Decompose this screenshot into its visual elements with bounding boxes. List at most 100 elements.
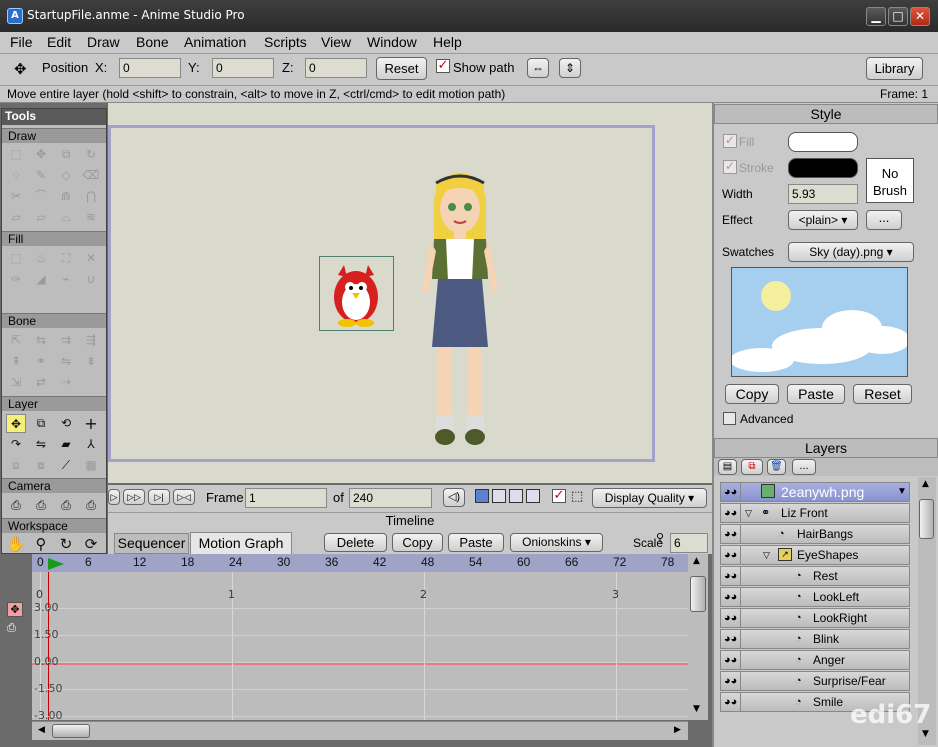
set-origin-icon[interactable]: + <box>81 414 101 433</box>
layer-options-icon[interactable]: ▼ <box>897 483 907 501</box>
eye-icon[interactable]: ◕◕ <box>721 630 741 648</box>
reparent-bone-icon[interactable]: ⇶ <box>81 331 101 350</box>
swatches-dropdown[interactable]: Sky (day).png ▾ <box>788 242 914 262</box>
z-field[interactable]: 0 <box>305 58 367 78</box>
select-points-icon[interactable]: ⬚ <box>6 145 26 164</box>
tab-sequencer[interactable]: Sequencer <box>114 533 189 554</box>
scroll-down-icon[interactable]: ▼ <box>693 704 700 714</box>
bone-physics-icon[interactable]: ⇄ <box>31 373 51 392</box>
menu-bone[interactable]: Bone <box>136 34 169 50</box>
delete-shape-icon[interactable]: ✕ <box>81 249 101 268</box>
flip-vertical-icon[interactable]: ⇕ <box>559 58 581 78</box>
crop-icon[interactable]: ⬚ <box>571 489 583 504</box>
tab-motion-graph[interactable]: Motion Graph <box>190 532 292 554</box>
split-view-icon[interactable] <box>492 489 506 503</box>
layers-scroll-thumb[interactable] <box>919 499 934 539</box>
expand-icon[interactable]: ▽ <box>745 504 752 522</box>
layer-row[interactable]: ◕◕ 2eanywh.png ▼ <box>720 482 910 502</box>
layers-scroll-down-icon[interactable]: ▼ <box>922 729 929 739</box>
roll-camera-icon[interactable]: ⎙ <box>56 496 76 515</box>
step-back-icon[interactable]: ▷ <box>108 489 120 505</box>
frame-field[interactable]: 1 <box>245 488 327 508</box>
eye-icon[interactable]: ◕◕ <box>721 504 741 522</box>
rotate-layer-z-icon[interactable]: ⟲ <box>56 414 76 433</box>
paint-bucket-icon[interactable]: ⛶ <box>56 249 76 268</box>
swatch-copy-button[interactable]: Copy <box>725 384 779 404</box>
rotate-workspace-icon[interactable]: ↻ <box>56 535 76 554</box>
add-bone-icon[interactable]: ⇉ <box>56 331 76 350</box>
menu-file[interactable]: File <box>10 34 33 50</box>
transform-bone-icon[interactable]: ⇢ <box>56 373 76 392</box>
width-field[interactable]: 5.93 <box>788 184 858 204</box>
magnet-icon[interactable]: ⋒ <box>56 187 76 206</box>
rotate-layer-xy-icon[interactable]: ↷ <box>6 435 26 454</box>
scale-points-icon[interactable]: ⧉ <box>56 145 76 164</box>
eraser-icon[interactable]: ⌫ <box>81 166 101 185</box>
frame-ruler[interactable]: 0 6 12 18 24 30 36 42 48 54 60 66 72 78 <box>32 554 688 572</box>
translate-bone-icon[interactable]: ⇆ <box>31 331 51 350</box>
flip-horizontal-icon[interactable]: ⇔ <box>527 58 549 78</box>
menu-animation[interactable]: Animation <box>184 34 246 50</box>
film-strip-icon[interactable]: ▦ <box>81 456 101 475</box>
menu-edit[interactable]: Edit <box>47 34 71 50</box>
line-width-icon[interactable]: ◢ <box>31 270 51 289</box>
brush-selector[interactable]: No Brush <box>866 158 914 203</box>
translation-channel-icon[interactable]: ✥ <box>7 602 23 617</box>
hand-pan-icon[interactable]: ✋ <box>6 535 26 554</box>
advanced-checkbox[interactable] <box>723 412 736 425</box>
onionskins-dropdown[interactable]: Onionskins ▾ <box>510 533 603 552</box>
delete-button[interactable]: Delete <box>324 533 387 552</box>
duplicate-layer-icon[interactable]: ⧉ <box>741 459 763 475</box>
bend-icon[interactable]: ⌓ <box>56 208 76 227</box>
select-shape-icon[interactable]: ⬚ <box>6 249 26 268</box>
track-camera-icon[interactable]: ⎙ <box>6 496 26 515</box>
maximize-button[interactable]: □ <box>888 7 908 26</box>
hscroll-thumb[interactable] <box>52 724 90 738</box>
playhead-marker-icon[interactable] <box>48 558 64 570</box>
bind-points-icon[interactable]: ⇟ <box>81 352 101 371</box>
penguin-image-layer[interactable] <box>319 256 394 331</box>
noise-icon[interactable]: ≋ <box>81 208 101 227</box>
pan-tilt-camera-icon[interactable]: ⎙ <box>81 496 101 515</box>
effect-dropdown[interactable]: <plain> ▾ <box>788 210 858 230</box>
single-view-icon[interactable] <box>475 489 489 503</box>
layer-row[interactable]: ◕◕ ◔ HairBangs <box>720 524 910 544</box>
scroll-right-icon[interactable]: ▶ <box>674 725 681 735</box>
zoom-icon[interactable]: ⚲ <box>31 535 51 554</box>
swatch-paste-button[interactable]: Paste <box>787 384 845 404</box>
delete-edge-icon[interactable]: ✂ <box>6 187 26 206</box>
layer-row[interactable]: ◕◕ ◔ LookRight <box>720 608 910 628</box>
eyedropper-icon[interactable]: ✑ <box>6 270 26 289</box>
liz-character[interactable] <box>420 171 510 451</box>
eye-icon[interactable]: ◕◕ <box>721 546 741 564</box>
eye-icon[interactable]: ◕◕ <box>721 567 741 585</box>
patch-layer-icon[interactable]: ⧇ <box>31 456 51 475</box>
hide-edge-icon[interactable]: ⌁ <box>56 270 76 289</box>
swatch-image[interactable] <box>731 267 908 377</box>
switch-layer-icon[interactable]: ⅄ <box>81 435 101 454</box>
menu-help[interactable]: Help <box>433 34 462 50</box>
fill-checkbox[interactable]: ✓ <box>723 134 737 148</box>
zoom-camera-icon[interactable]: ⎙ <box>31 496 51 515</box>
close-button[interactable]: ✕ <box>910 7 930 26</box>
graph-horizontal-scrollbar[interactable]: ◀ ▶ <box>32 721 688 740</box>
flip-layer-icon[interactable]: ⇋ <box>31 435 51 454</box>
sound-icon[interactable]: ◁) <box>443 488 465 507</box>
scale-field[interactable]: 6 <box>670 533 708 553</box>
play-icon[interactable]: ▷▷ <box>123 489 145 505</box>
manipulate-bones-icon[interactable]: ⚭ <box>31 352 51 371</box>
eye-icon[interactable]: ◕◕ <box>721 693 741 711</box>
motion-graph[interactable]: 0 1 2 3 3.00 1.50 0.00 -1.50 -3.00 <box>32 572 688 722</box>
rotate-points-icon[interactable]: ↻ <box>81 145 101 164</box>
layer-row[interactable]: ◕◕ ◔ Rest <box>720 566 910 586</box>
layer-row[interactable]: ◕◕ ▽ ↗ EyeShapes <box>720 545 910 565</box>
minimize-button[interactable]: ▁ <box>866 7 886 26</box>
menu-scripts[interactable]: Scripts <box>264 34 307 50</box>
effect-more-button[interactable]: ... <box>866 210 902 230</box>
bone-strength-icon[interactable]: ⇞ <box>6 352 26 371</box>
expand-icon[interactable]: ▽ <box>763 546 770 564</box>
stroke-exposure-icon[interactable]: ∪ <box>81 270 101 289</box>
layer-row[interactable]: ◕◕ ◔ Blink <box>720 629 910 649</box>
scroll-up-icon[interactable]: ▲ <box>693 556 700 566</box>
scroll-left-icon[interactable]: ◀ <box>38 725 45 735</box>
